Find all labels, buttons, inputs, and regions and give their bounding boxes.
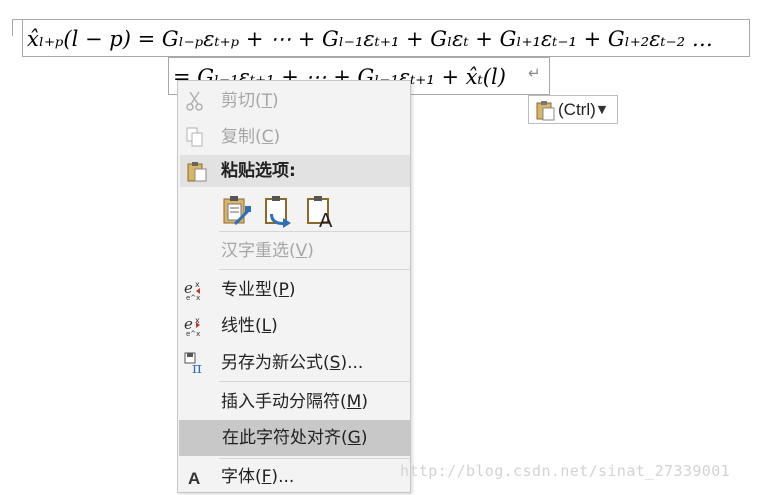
menu-separator: [219, 381, 410, 382]
equation-line-1-text: x̂ₗ₊ₚ(l − p) = Gₗ₋ₚεₜ₊ₚ + ⋯ + Gₗ₋₁εₜ₊₁ +…: [27, 27, 713, 51]
chevron-down-icon[interactable]: ▼: [598, 103, 606, 116]
clipboard-icon: [187, 162, 207, 182]
paste-options-label: 粘贴选项:: [221, 161, 296, 181]
linear-equation-icon: e x e^x: [184, 315, 200, 337]
copy-icon: [186, 127, 203, 147]
scissors-icon: [186, 91, 203, 111]
paste-options-header: 粘贴选项:: [180, 155, 410, 187]
menu-item-hanzi-reselect[interactable]: 汉字重选(V): [178, 233, 410, 269]
svg-text:A: A: [188, 469, 200, 488]
svg-text:e^x: e^x: [186, 294, 200, 301]
paragraph-mark: ↵: [528, 64, 541, 82]
save-pi-icon: π: [184, 352, 202, 374]
svg-text:π: π: [192, 359, 202, 374]
context-menu: 剪切(T) 复制(C) 粘贴选项: A 汉字重选(V) e x e^x 专业型(…: [177, 80, 411, 493]
menu-item-copy[interactable]: 复制(C): [178, 119, 410, 155]
menu-item-linear-label: 线性(L): [221, 316, 278, 336]
equation-line-1[interactable]: x̂ₗ₊ₚ(l − p) = Gₗ₋ₚεₜ₊ₚ + ⋯ + Gₗ₋₁εₜ₊₁ +…: [22, 19, 750, 57]
paste-options-tag[interactable]: (Ctrl) ▼: [528, 95, 618, 124]
menu-item-save-as-new-equation-label: 另存为新公式(S)...: [221, 353, 364, 373]
font-a-icon: A: [188, 469, 200, 488]
menu-separator: [219, 231, 410, 232]
clipboard-icon: [536, 100, 555, 120]
menu-item-professional[interactable]: e x e^x 专业型(P): [178, 272, 410, 308]
menu-item-align-at-character[interactable]: 在此字符处对齐(G): [179, 420, 410, 456]
menu-item-cut-label: 剪切(T): [221, 91, 279, 111]
svg-text:A: A: [319, 210, 333, 228]
merge-formatting-icon[interactable]: [263, 194, 295, 228]
menu-item-insert-manual-break[interactable]: 插入手动分隔符(M): [178, 384, 410, 420]
svg-text:x: x: [195, 280, 200, 289]
paste-tag-label: (Ctrl): [558, 99, 596, 119]
professional-equation-icon: e x e^x: [184, 279, 200, 301]
menu-item-cut[interactable]: 剪切(T): [178, 83, 410, 119]
menu-item-save-as-new-equation[interactable]: π 另存为新公式(S)...: [178, 345, 410, 381]
menu-separator: [219, 269, 410, 270]
menu-item-font[interactable]: A 字体(F)...: [178, 459, 410, 495]
keep-text-only-icon[interactable]: A: [305, 194, 337, 228]
menu-item-linear[interactable]: e x e^x 线性(L): [178, 308, 410, 344]
menu-item-insert-manual-break-label: 插入手动分隔符(M): [221, 392, 368, 412]
menu-item-copy-label: 复制(C): [221, 127, 281, 147]
watermark-text: http://blog.csdn.net/sinat_27339001: [400, 462, 731, 480]
menu-item-align-at-character-label: 在此字符处对齐(G): [222, 428, 368, 448]
svg-text:e^x: e^x: [186, 330, 200, 337]
menu-item-hanzi-reselect-label: 汉字重选(V): [221, 241, 314, 261]
paste-options-row: A: [221, 194, 351, 232]
keep-source-formatting-icon[interactable]: [221, 194, 253, 228]
menu-item-professional-label: 专业型(P): [221, 280, 296, 300]
menu-item-font-label: 字体(F)...: [221, 467, 295, 487]
